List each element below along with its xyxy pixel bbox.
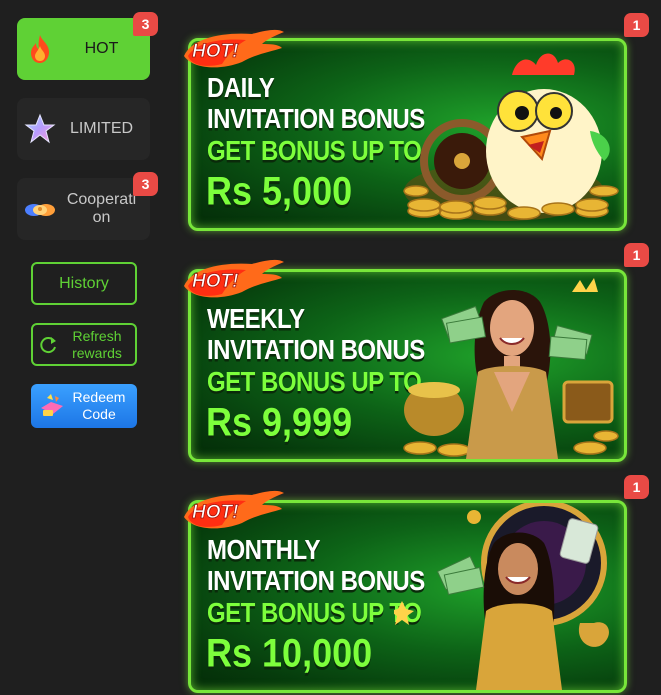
banner-amount: Rs 10,000	[206, 630, 373, 676]
notification-badge: 1	[624, 475, 649, 499]
tab-cooperation[interactable]: Cooperati on 3	[17, 172, 158, 240]
hot-tag: HOT!	[184, 29, 284, 68]
hot-tag-text: HOT!	[192, 41, 238, 62]
notification-badge: 1	[624, 13, 649, 37]
redeem-code-button[interactable]: Redeem Code	[31, 384, 137, 428]
refresh-rewards-label: Refresh rewards	[72, 327, 122, 361]
banner-amount: Rs 5,000	[206, 168, 353, 214]
banner-subtitle: GET BONUS UP TO	[207, 598, 422, 630]
tab-limited[interactable]: LIMITED	[17, 98, 150, 160]
banner-title: INVITATION BONUS	[207, 104, 425, 136]
banner-title: INVITATION BONUS	[207, 335, 425, 367]
woman-with-roulette-image	[394, 503, 609, 690]
history-button[interactable]: History	[31, 262, 137, 305]
woman-with-cash-image	[403, 278, 619, 459]
refresh-icon	[40, 336, 56, 353]
handshake-icon	[25, 204, 55, 216]
tab-limited-label: LIMITED	[69, 120, 134, 137]
banner-subtitle: GET BONUS UP TO	[207, 367, 422, 399]
tab-cooperation-label: Cooperati on	[66, 191, 137, 226]
banner-amount: Rs 9,999	[206, 399, 353, 445]
banner-title: INVITATION BONUS	[207, 566, 425, 598]
tab-hot[interactable]: HOT 3	[17, 12, 158, 80]
banner-period: MONTHLY	[207, 535, 320, 567]
gift-icon	[41, 394, 63, 416]
rooster-mascot-image	[403, 53, 619, 221]
hot-tag: HOT!	[184, 490, 284, 529]
notification-badge: 3	[133, 12, 158, 36]
tab-hot-label: HOT	[84, 40, 119, 57]
notification-badge: 3	[133, 172, 158, 196]
hot-tag-text: HOT!	[192, 271, 238, 292]
notification-badge: 1	[624, 243, 649, 267]
fire-icon	[31, 35, 49, 63]
refresh-rewards-button[interactable]: Refresh rewards	[31, 323, 137, 366]
hot-tag-text: HOT!	[192, 502, 238, 523]
banner-subtitle: GET BONUS UP TO	[207, 136, 422, 168]
redeem-code-label: Redeem Code	[72, 389, 126, 422]
banner-period: DAILY	[207, 73, 275, 105]
hot-tag: HOT!	[184, 259, 284, 298]
star-icon	[24, 113, 56, 144]
history-label: History	[59, 274, 109, 292]
banner-period: WEEKLY	[207, 304, 305, 336]
